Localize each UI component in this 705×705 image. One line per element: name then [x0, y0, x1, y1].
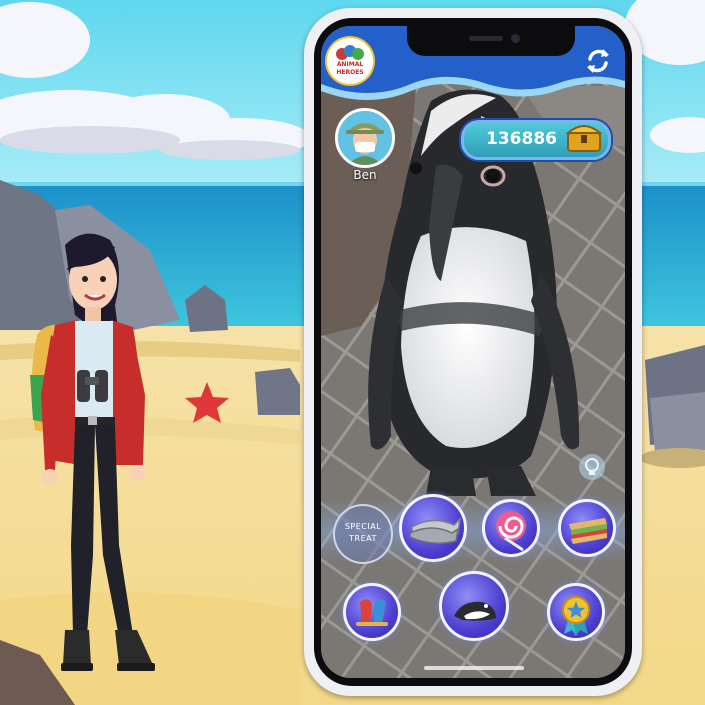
logo-text-top: ANIMAL	[336, 61, 364, 68]
feed-sardines-button[interactable]	[399, 494, 467, 562]
phone-notch	[407, 26, 575, 56]
refresh-icon	[587, 49, 609, 73]
home-indicator[interactable]	[424, 666, 524, 670]
zookeeper-avatar-icon	[338, 111, 392, 165]
birds-button[interactable]	[343, 583, 401, 641]
phone-device: ANIMAL HEROES Ben 136886 SPECIAL TREAT	[304, 8, 642, 696]
animal-heroes-logo[interactable]: ANIMAL HEROES	[327, 38, 373, 84]
logo-text-bottom: HEROES	[336, 69, 364, 76]
achievements-button[interactable]	[547, 583, 605, 641]
coin-counter[interactable]: 136886	[461, 120, 611, 160]
feed-lollipop-button[interactable]	[482, 499, 540, 557]
coin-count: 136886	[486, 129, 557, 149]
phone-speaker	[469, 36, 503, 41]
hint-button[interactable]	[579, 454, 605, 480]
feed-sandwich-button[interactable]	[558, 499, 616, 557]
penguin-card-button[interactable]	[439, 571, 509, 641]
lollipop-icon	[496, 511, 526, 552]
app-screen: ANIMAL HEROES Ben 136886 SPECIAL TREAT	[321, 26, 625, 678]
penguin-icon	[454, 601, 496, 621]
birds-icon	[356, 599, 388, 626]
award-badge-icon	[562, 596, 590, 636]
explorer-character	[30, 233, 155, 671]
front-camera	[511, 34, 520, 43]
sardines-icon	[409, 516, 462, 544]
treasure-chest-icon	[565, 125, 603, 152]
sandwich-icon	[569, 518, 607, 544]
lightbulb-icon	[585, 458, 599, 475]
special-treat-button[interactable]: SPECIAL TREAT	[333, 504, 393, 564]
player-name: Ben	[353, 168, 377, 182]
player-avatar[interactable]	[335, 108, 395, 168]
special-treat-label-line1: SPECIAL	[344, 522, 382, 531]
special-treat-label-line2: TREAT	[349, 534, 377, 543]
refresh-button[interactable]	[583, 46, 613, 76]
